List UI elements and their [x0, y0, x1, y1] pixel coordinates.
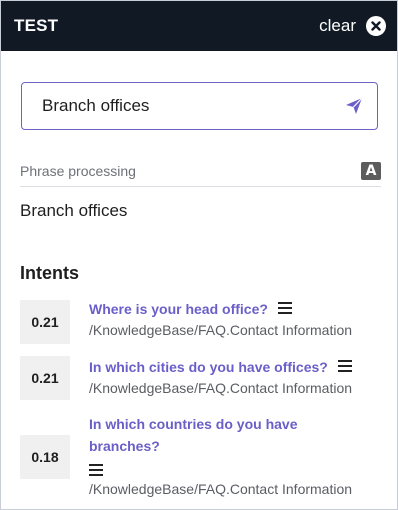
close-icon	[371, 21, 381, 31]
panel-title: TEST	[14, 16, 59, 35]
phrase-processing-label: Phrase processing	[20, 163, 136, 179]
clear-button[interactable]: clear	[319, 16, 356, 36]
intents-heading: Intents	[20, 263, 80, 283]
close-button[interactable]	[366, 16, 386, 36]
intent-path: /KnowledgeBase/FAQ.Contact Information	[89, 380, 353, 396]
phrase-processing-row: Phrase processing A	[20, 161, 381, 187]
send-icon[interactable]	[345, 97, 363, 115]
menu-icon[interactable]	[337, 360, 352, 373]
panel-header: TEST clear	[1, 1, 397, 51]
text-format-icon[interactable]: A	[361, 162, 381, 180]
menu-icon[interactable]	[277, 302, 292, 315]
intent-path: /KnowledgeBase/FAQ.Contact Information	[89, 481, 353, 497]
intent-score: 0.18	[20, 435, 70, 479]
intent-score: 0.21	[20, 300, 70, 344]
intent-question-link[interactable]: Where is your head office?	[89, 301, 268, 317]
intent-path: /KnowledgeBase/FAQ.Contact Information	[89, 322, 353, 338]
intent-score: 0.21	[20, 356, 70, 400]
intent-body: Where is your head office? /KnowledgeBas…	[89, 298, 381, 340]
header-actions: clear	[319, 16, 386, 36]
processed-phrase: Branch offices	[20, 201, 128, 220]
menu-icon[interactable]	[89, 463, 103, 476]
phrase-input[interactable]	[42, 96, 342, 116]
intent-question-link[interactable]: In which countries do you have branches?	[89, 413, 329, 457]
intent-body: In which cities do you have offices? /Kn…	[89, 356, 381, 398]
phrase-input-box	[21, 82, 378, 130]
intent-question-row: Where is your head office?	[89, 298, 381, 320]
test-panel: TEST clear Phrase processing A Branch of…	[0, 0, 398, 510]
intent-menu-row	[89, 457, 329, 479]
intent-body: In which countries do you have branches?…	[89, 413, 352, 499]
intent-question-row: In which cities do you have offices?	[89, 356, 381, 378]
intent-question-link[interactable]: In which cities do you have offices?	[89, 359, 328, 375]
